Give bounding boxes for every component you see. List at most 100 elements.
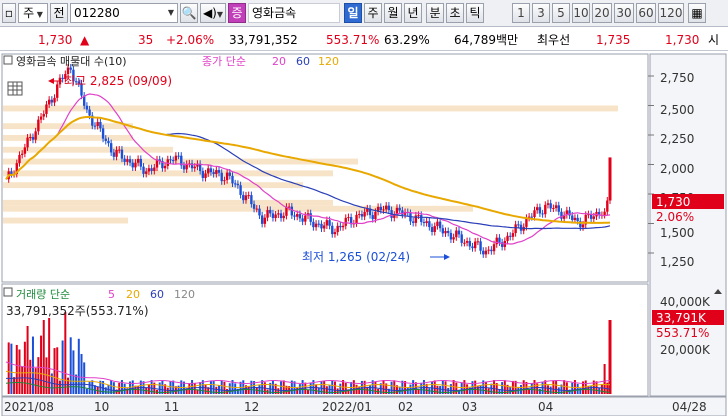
candle-body [328,220,331,226]
candle-body [215,170,218,175]
volume-bar [199,382,202,394]
stock-name-field: 영화금속 [248,3,340,23]
candle-body [271,213,275,219]
candle-body [484,250,488,255]
candle-body [242,194,245,201]
candle-body [344,217,347,226]
interval-120[interactable]: 120 [658,3,684,23]
chart-area[interactable]: 영화금속 매물대 수(10) 종가 단순 20 60 120 최고 2,825 … [0,52,728,417]
price-panel[interactable] [1,53,649,283]
tab-all[interactable]: 전 [50,3,68,23]
candle-body [544,204,547,215]
candle-body [50,99,54,103]
interval-5[interactable]: 5 [552,3,570,23]
volume-profile-band [3,199,333,206]
candle-body [123,158,126,162]
volume-bar [474,380,477,394]
volume-bar [350,382,353,394]
candle-body [538,207,542,214]
candle-body [411,221,415,223]
candle-body [514,224,517,234]
candle-body [557,205,560,212]
candle-body [460,234,463,243]
candle-body [304,215,307,222]
candle-body [153,167,156,171]
interval-3[interactable]: 3 [532,3,550,23]
table-icon[interactable] [7,81,23,96]
price-change: 35 [138,33,154,47]
candle-body [428,221,431,228]
volume-bar [204,384,207,394]
candle-body [39,116,43,120]
volume-bar [83,362,86,394]
candle-body [422,221,426,224]
symbol-search-icon[interactable]: ▫ [2,3,16,23]
period-tab-week[interactable]: 주 [364,3,382,23]
candle-body [560,211,563,219]
period-tab-day[interactable]: 일 [344,3,362,23]
candle-body [10,171,13,175]
current-volume-tag-text: 33,791K [656,311,707,325]
candle-body [131,162,134,168]
candle-body [471,246,474,249]
current-pct-tag: 2.06% [656,210,694,224]
interval-30[interactable]: 30 [614,3,634,23]
candle-body [355,214,358,224]
search-icon[interactable]: 🔍 [180,3,198,23]
candle-body [314,223,318,228]
price-panel-title: 영화금속 매물대 수(10) [16,55,127,68]
candle-body [252,204,256,209]
volume-bar [40,335,43,394]
stock-chart[interactable]: 영화금속 매물대 수(10) 종가 단순 20 60 120 최고 2,825 … [0,52,728,417]
candle-body [56,84,59,98]
candle-body [441,228,445,234]
stock-code-input[interactable]: 012280 ▼ [70,3,178,23]
candle-body [177,155,180,157]
interval-1[interactable]: 1 [512,3,530,23]
candle-body [31,137,35,140]
market-select[interactable]: 주 ▼ [18,3,48,23]
candle-body [341,225,345,228]
period-tab-year[interactable]: 년 [404,3,422,23]
candle-body [363,211,366,217]
candle-body [358,214,361,216]
volma60-legend: 60 [150,288,164,301]
candle-body [476,241,480,243]
interval-60[interactable]: 60 [636,3,656,23]
x-axis-label: 11 [164,400,179,414]
volma120-legend: 120 [174,288,195,301]
candle-body [118,149,121,151]
candle-body [99,121,102,129]
candle-body [325,220,329,226]
ma-legend-prefix: 종가 단순 [202,55,246,68]
x-axis-label: 03 [462,400,477,414]
volume-bar [118,382,121,394]
interval-20[interactable]: 20 [592,3,612,23]
candle-body [163,165,167,169]
chevron-down-icon: ▼ [34,10,43,19]
x-axis-label: 10 [94,400,109,414]
candle-body [274,214,277,219]
chart-settings-icon[interactable]: ▦ [688,3,706,23]
sound-icon[interactable]: ◀)▼ [200,3,226,23]
candle-body [498,237,501,243]
candle-body [258,208,261,216]
x-axis-label: 12 [244,400,259,414]
period-tab-month[interactable]: 월 [384,3,402,23]
candle-body [45,104,48,114]
candle-body [96,121,99,127]
period-tab-tick[interactable]: 틱 [466,3,484,23]
best-ask: 1,735 [596,33,631,47]
volume-bar [21,366,24,394]
volume: 33,791,352 [229,33,298,47]
candle-body [546,203,550,205]
volume-bar [447,387,450,394]
period-tab-second[interactable]: 초 [446,3,464,23]
candle-body [220,172,223,182]
candle-body [107,140,110,144]
period-tab-minute[interactable]: 분 [426,3,444,23]
volume-panel[interactable] [1,283,649,397]
candle-body [231,175,234,184]
volume-bar [436,385,439,394]
interval-10[interactable]: 10 [572,3,590,23]
